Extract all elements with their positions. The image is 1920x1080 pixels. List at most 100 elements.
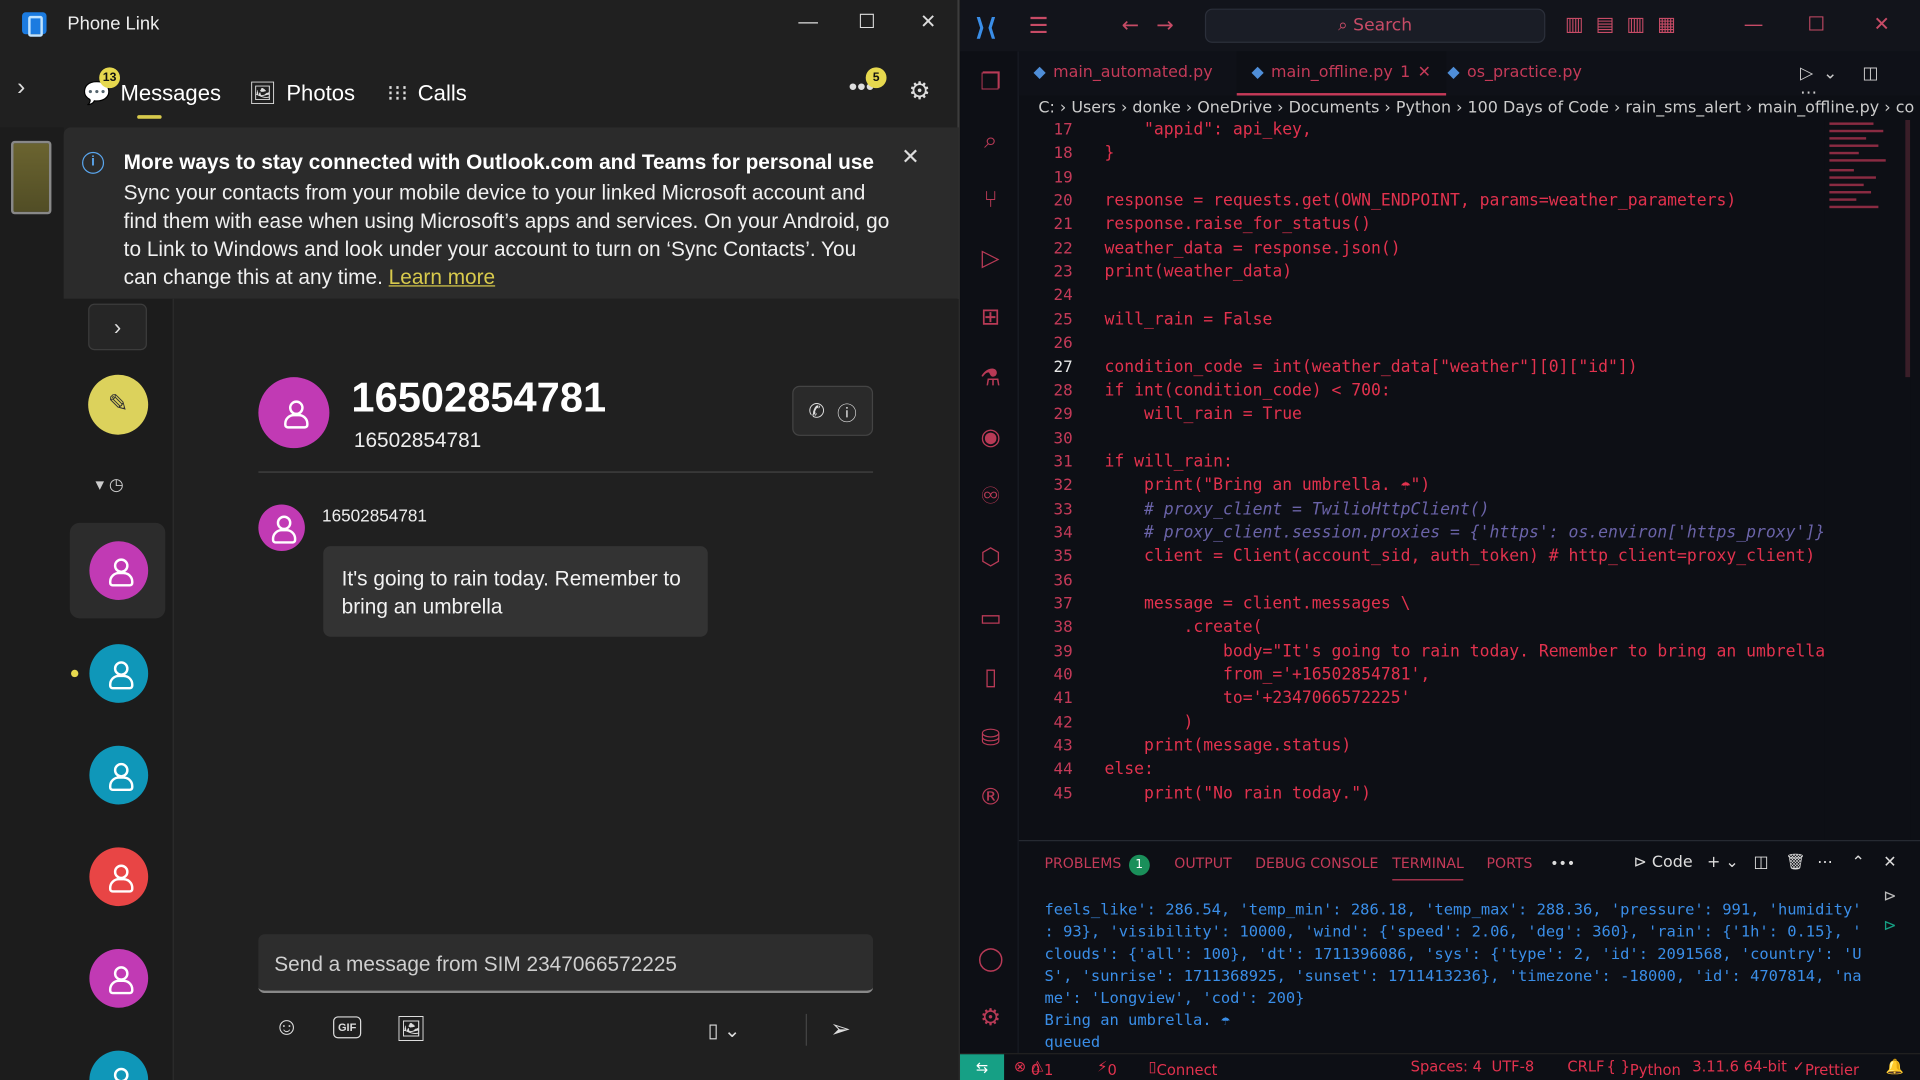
remote-icon[interactable]: ⇆ [960, 1054, 1005, 1080]
language-status[interactable]: { } Python [1607, 1058, 1681, 1079]
bell-icon[interactable]: 🔔 [1886, 1058, 1904, 1075]
status-bar: ⇆ ⊗ 0 ⚠ 1 ⚡ 0 ▯ Connect Spaces: 4 UTF-8 C… [960, 1053, 1920, 1080]
remote-icon[interactable]: ⬡ [975, 544, 1007, 571]
send-icon[interactable]: ➢ [830, 1014, 851, 1045]
explorer-icon[interactable]: ❐ [975, 69, 1007, 96]
gear-icon[interactable]: ⚙ [909, 76, 931, 107]
panel-tab-debug-console[interactable]: DEBUG CONSOLE [1255, 855, 1378, 872]
person-icon [108, 661, 134, 690]
contact-actions: ✆ ⓘ [792, 385, 874, 436]
info-icon[interactable]: ⓘ [837, 396, 857, 425]
tab-close-icon[interactable]: ✕ [1418, 64, 1431, 93]
code-editor[interactable]: 17 "appid": api_key, 18} 19 20 response = re… [1019, 120, 1920, 840]
banner-close-icon[interactable]: ✕ [901, 144, 919, 170]
terminal-output[interactable]: feels_like': 286.54, 'temp_min': 286.18,… [1044, 899, 1862, 1053]
message-input[interactable]: Send a message from SIM 2347066572225 [258, 934, 874, 994]
learn-more-link[interactable]: Learn more [389, 266, 495, 289]
conversation-avatar[interactable] [89, 948, 149, 1008]
ports-status[interactable]: ⚡ 0 [1097, 1058, 1117, 1079]
minimize-icon[interactable]: — [1744, 12, 1764, 35]
nav-arrows-icon[interactable]: ←→ [1122, 13, 1191, 37]
search-icon[interactable]: ⌕ [975, 127, 1007, 154]
expand-list-button[interactable]: › [88, 303, 147, 351]
line-number: 43 [1053, 737, 1073, 756]
emoji-icon[interactable]: ☺ [274, 1014, 299, 1042]
book-icon[interactable]: ▯ [975, 664, 1007, 691]
terminal-list-icon[interactable]: ⊳ [1883, 917, 1896, 935]
gif-button[interactable]: GIF [333, 1016, 362, 1039]
run-debug-icon[interactable]: ▷ [975, 245, 1007, 272]
editor-tab[interactable]: ◆ os_practice.py [1433, 51, 1597, 95]
eol-status[interactable]: CRLF [1567, 1058, 1604, 1075]
tab-photos[interactable]: 🖼 Photos [249, 76, 355, 110]
testing-icon[interactable]: ⚗ [975, 365, 1007, 392]
terminal-list-icon[interactable]: ⊳ [1883, 888, 1896, 906]
interpreter-status[interactable]: 3.11.6 64-bit [1692, 1058, 1787, 1075]
r-icon[interactable]: ® [975, 784, 1007, 811]
bottom-panel: PROBLEMS 1 OUTPUT DEBUG CONSOLE TERMINAL … [1018, 840, 1920, 1054]
line-number: 33 [1053, 500, 1073, 519]
filter-recent-icon[interactable]: ▾ ◷ [96, 474, 124, 495]
conversation-avatar[interactable] [89, 847, 149, 907]
layout-icons[interactable]: ▥▤▥▦ [1565, 12, 1688, 35]
editor-actions[interactable]: ▷⌄ ◫ ⋯ [1800, 64, 1920, 103]
close-icon[interactable]: ✕ [1883, 853, 1896, 871]
line-number: 24 [1053, 287, 1073, 306]
extensions-icon[interactable]: ⊞ [975, 304, 1007, 331]
phone-thumbnail[interactable] [11, 140, 52, 215]
minimize-icon[interactable]: — [790, 7, 827, 39]
source-control-icon[interactable]: ⑂ [975, 186, 1007, 213]
panel-tab-terminal[interactable]: TERMINAL [1392, 855, 1464, 881]
python-icon[interactable]: ♾ [975, 482, 1007, 509]
conversation-avatar[interactable] [89, 745, 149, 805]
indent-status[interactable]: Spaces: 4 [1411, 1058, 1482, 1075]
breadcrumb[interactable]: C: › Users › donke › OneDrive › Document… [1038, 99, 1920, 117]
encoding-status[interactable]: UTF-8 [1491, 1058, 1534, 1075]
formatter-status[interactable]: ✓ Prettier [1793, 1058, 1859, 1079]
menu-icon[interactable]: ☰ [1029, 13, 1049, 39]
compose-icon[interactable]: ✎ [88, 374, 149, 435]
close-icon[interactable]: ✕ [910, 7, 947, 39]
phone-link-icon [22, 12, 47, 37]
database-icon[interactable]: ⛁ [975, 725, 1007, 752]
code-line: weather_data = response.json() [1104, 239, 1401, 259]
terminal-line: S', 'sunrise': 1711368925, 'sunset': 171… [1044, 966, 1862, 985]
line-number: 36 [1053, 571, 1073, 590]
editor-tab-active[interactable]: ◆ main_offline.py 1 ✕ [1236, 51, 1446, 96]
sender-avatar [258, 504, 305, 552]
conversation-avatar[interactable] [89, 541, 149, 601]
chevron-up-icon[interactable]: ⌃ [1851, 853, 1864, 871]
conversation-avatar[interactable] [89, 644, 149, 703]
panel-tab-ports[interactable]: PORTS [1487, 855, 1533, 872]
info-banner: i More ways to stay connected with Outlo… [63, 127, 959, 299]
more-icon[interactable]: ⋯ [1817, 853, 1833, 871]
maximize-icon[interactable]: ☐ [1807, 12, 1825, 35]
split-terminal-icon[interactable]: ◫ [1753, 853, 1768, 871]
maximize-icon[interactable]: ☐ [849, 7, 886, 39]
live-share-icon[interactable]: ◉ [975, 424, 1007, 451]
connect-status[interactable]: ▯ Connect [1149, 1058, 1218, 1079]
trash-icon[interactable]: 🗑 [1785, 853, 1805, 871]
gear-icon[interactable]: ⚙ [975, 1004, 1007, 1031]
sim-select-icon[interactable]: ▯ ⌄ [708, 1019, 741, 1043]
panel-tab-problems[interactable]: PROBLEMS 1 [1044, 854, 1150, 876]
new-terminal-icon[interactable]: + ⌄ [1707, 853, 1739, 871]
phone-call-icon[interactable]: ✆ [809, 399, 825, 423]
tab-calls[interactable]: ⁝⁝⁝ Calls [387, 76, 467, 110]
python-file-icon: ◆ [1033, 63, 1046, 83]
chevron-right-icon[interactable]: › [17, 73, 46, 102]
terminal-profile[interactable]: ⊳ Code [1633, 853, 1692, 871]
line-number: 18 [1053, 144, 1073, 164]
image-icon[interactable]: 🖼 [396, 1014, 427, 1045]
code-line: client = Client(account_sid, auth_token)… [1104, 547, 1816, 567]
window-icon[interactable]: ▭ [975, 605, 1007, 632]
more-icon[interactable]: ••• [1550, 855, 1575, 872]
code-line: if int(condition_code) < 700: [1104, 381, 1391, 401]
errors-status[interactable]: ⊗ 0 ⚠ 1 [1014, 1058, 1054, 1079]
editor-tab[interactable]: ◆ main_automated.py [1019, 51, 1228, 95]
account-icon[interactable]: ◯ [975, 945, 1007, 972]
panel-tab-output[interactable]: OUTPUT [1174, 855, 1231, 872]
close-icon[interactable]: ✕ [1873, 12, 1889, 35]
code-line: response = requests.get(OWN_ENDPOINT, pa… [1104, 192, 1737, 211]
command-search[interactable]: ⌕ Search [1204, 8, 1546, 43]
